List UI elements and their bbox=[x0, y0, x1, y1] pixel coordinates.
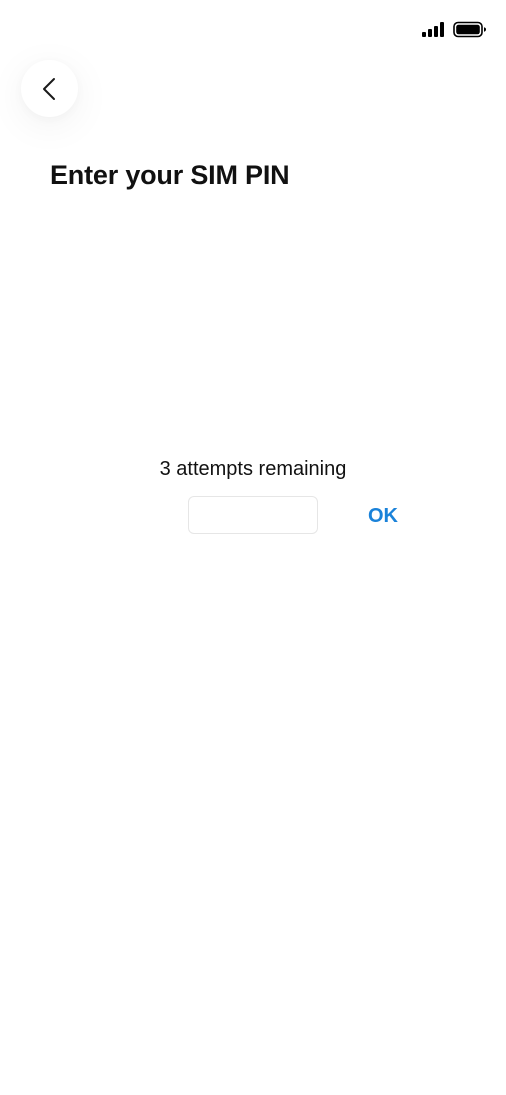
sim-pin-input[interactable] bbox=[188, 496, 318, 534]
signal-bars-icon bbox=[422, 22, 446, 37]
back-button[interactable] bbox=[21, 60, 78, 117]
attempts-remaining-text: 3 attempts remaining bbox=[159, 458, 347, 480]
status-bar bbox=[0, 0, 506, 60]
chevron-left-icon bbox=[42, 77, 55, 100]
page-title: Enter your SIM PIN bbox=[50, 160, 290, 190]
battery-full-icon bbox=[453, 21, 486, 38]
ok-button[interactable]: OK bbox=[360, 500, 406, 532]
